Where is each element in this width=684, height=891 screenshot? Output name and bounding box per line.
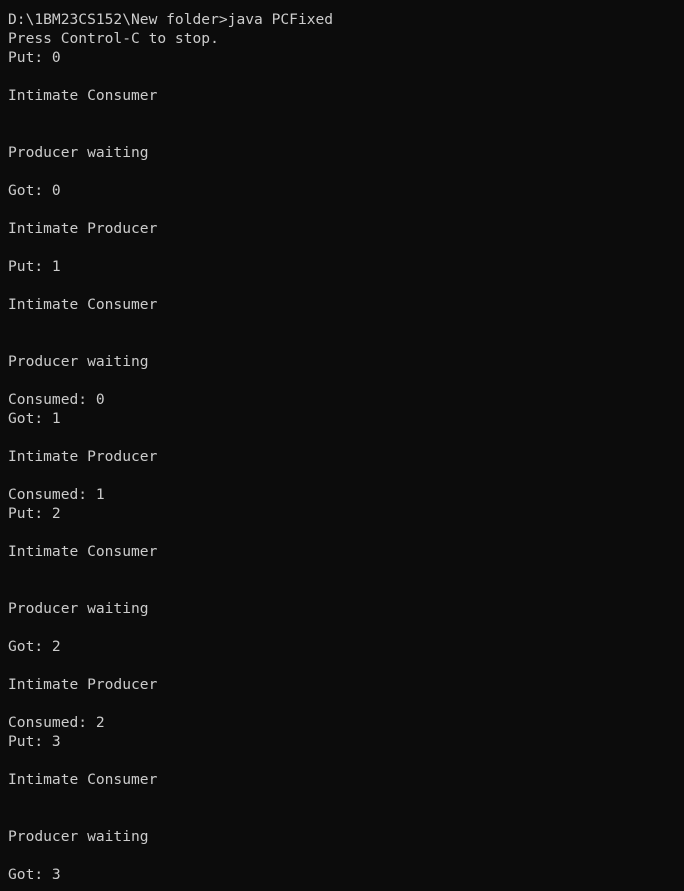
terminal-line: Intimate Consumer [8, 543, 158, 560]
terminal-line: Got: 0 [8, 182, 61, 199]
terminal-line: Put: 1 [8, 258, 61, 275]
terminal-line: Intimate Consumer [8, 296, 158, 313]
terminal-line: Producer waiting [8, 144, 149, 161]
terminal-line: Producer waiting [8, 600, 149, 617]
terminal-line: Producer waiting [8, 828, 149, 845]
terminal-line: Producer waiting [8, 353, 149, 370]
terminal-line: Consumed: 1 [8, 486, 105, 503]
terminal-line: Intimate Producer [8, 448, 158, 465]
terminal-line: Consumed: 0 [8, 391, 105, 408]
terminal-line: D:\1BM23CS152\New folder>java PCFixed [8, 11, 334, 28]
terminal-output[interactable]: D:\1BM23CS152\New folder>java PCFixed Pr… [0, 0, 684, 891]
terminal-line: Got: 3 [8, 866, 61, 883]
terminal-line: Intimate Producer [8, 676, 158, 693]
terminal-line: Intimate Consumer [8, 87, 158, 104]
terminal-line: Got: 1 [8, 410, 61, 427]
terminal-line: Put: 0 [8, 49, 61, 66]
terminal-line: Put: 2 [8, 505, 61, 522]
terminal-line: Consumed: 2 [8, 714, 105, 731]
terminal-line: Got: 2 [8, 638, 61, 655]
terminal-line: Press Control-C to stop. [8, 30, 219, 47]
terminal-line: Intimate Consumer [8, 771, 158, 788]
terminal-line: Put: 3 [8, 733, 61, 750]
terminal-line: Intimate Producer [8, 220, 158, 237]
